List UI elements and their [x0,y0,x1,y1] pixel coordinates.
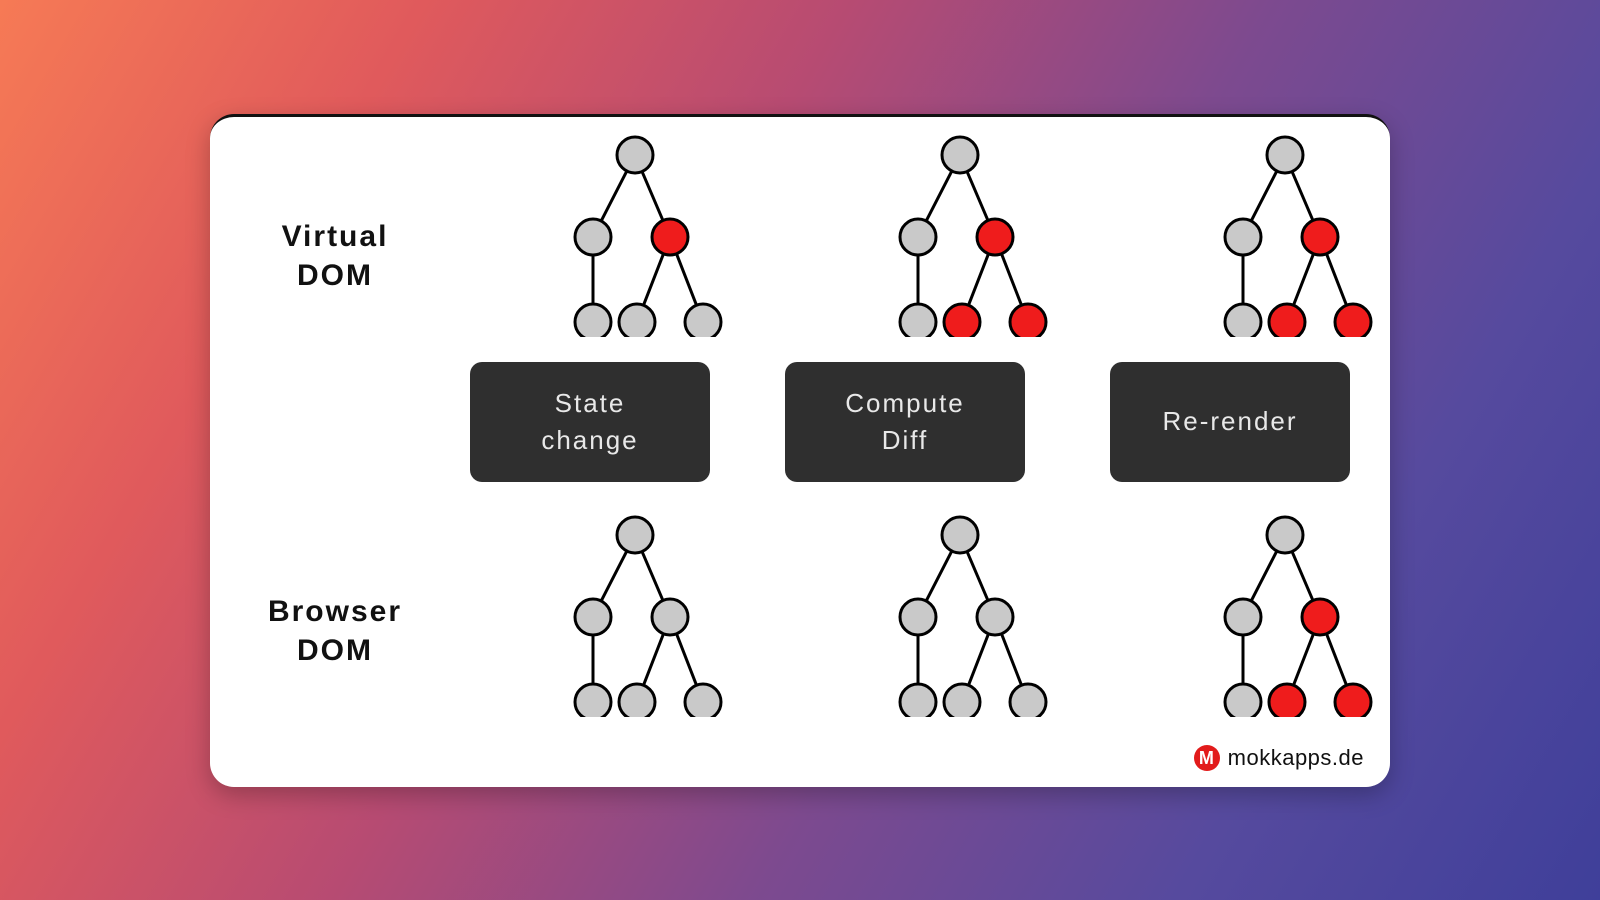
step-state-change: State change [470,362,710,482]
attribution-text: mokkapps.de [1228,745,1364,771]
diagram-card: Virtual DOM Browser DOM [210,114,1390,787]
tree-virtual-1 [545,127,725,337]
gradient-background: Virtual DOM Browser DOM [0,0,1600,900]
tree-virtual-2 [870,127,1050,337]
label-browser-line2: DOM [297,634,373,667]
label-virtual-line2: DOM [297,259,373,292]
label-browser-dom: Browser DOM [210,592,460,670]
label-virtual-line1: Virtual [282,220,389,253]
tree-browser-2 [870,507,1050,717]
mokkapps-logo-icon: M [1194,745,1220,771]
tree-virtual-3 [1195,127,1375,337]
step-re-render: Re-render [1110,362,1350,482]
attribution: M mokkapps.de [1194,745,1364,771]
logo-letter: M [1199,749,1215,767]
tree-browser-3 [1195,507,1375,717]
step-compute-diff: Compute Diff [785,362,1025,482]
label-virtual-dom: Virtual DOM [210,217,460,295]
tree-browser-1 [545,507,725,717]
label-browser-line1: Browser [268,595,402,628]
